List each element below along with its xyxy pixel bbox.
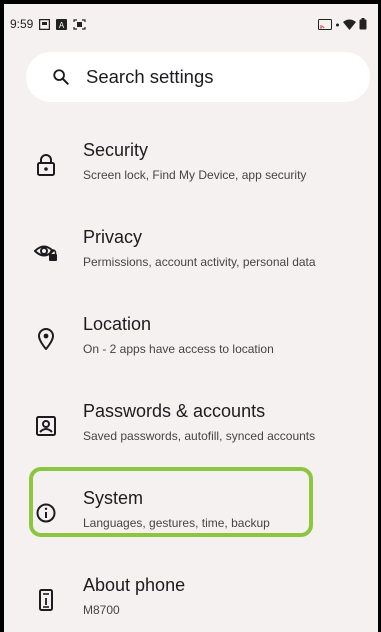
item-title: Location: [83, 314, 152, 334]
notification-a-icon: A: [56, 18, 68, 30]
highlight-box: [29, 467, 313, 537]
settings-item-security[interactable]: Security Screen lock, Find My Device, ap…: [24, 130, 314, 202]
location-pin-icon: [34, 327, 58, 351]
item-subtitle: Screen lock, Find My Device, app securit…: [83, 168, 307, 182]
battery-icon: [359, 18, 367, 30]
small-dot-icon: [335, 19, 340, 30]
settings-item-passwords-accounts[interactable]: Passwords & accounts Saved passwords, au…: [24, 391, 316, 463]
search-icon: [52, 68, 70, 86]
notification-app-icon: [39, 18, 51, 30]
screenshot-icon: [73, 18, 86, 30]
item-subtitle: On - 2 apps have access to location: [83, 342, 274, 356]
item-subtitle: Permissions, account activity, personal …: [83, 255, 316, 269]
search-placeholder: Search settings: [86, 66, 214, 87]
lock-icon: [34, 153, 58, 177]
settings-screen: 9:59 A Search settings Security Screen l…: [4, 4, 378, 632]
settings-item-about-phone[interactable]: About phone M8700: [24, 565, 314, 632]
item-title: Privacy: [83, 227, 143, 247]
item-title: Passwords & accounts: [83, 401, 266, 421]
status-bar: 9:59 A: [4, 4, 378, 44]
settings-item-privacy[interactable]: Privacy Permissions, account activity, p…: [24, 217, 316, 289]
item-title: Security: [83, 140, 149, 160]
status-time: 9:59: [10, 17, 34, 31]
account-box-icon: [34, 414, 58, 438]
phone-icon: [34, 588, 58, 612]
cast-icon: [318, 18, 332, 30]
privacy-eye-lock-icon: [34, 240, 58, 264]
svg-text:A: A: [59, 21, 65, 30]
search-settings-bar[interactable]: Search settings: [26, 52, 370, 102]
item-subtitle: Saved passwords, autofill, synced accoun…: [83, 429, 316, 443]
item-title: About phone: [83, 575, 186, 595]
wifi-icon: [343, 19, 356, 30]
item-subtitle: M8700: [83, 603, 120, 617]
settings-item-location[interactable]: Location On - 2 apps have access to loca…: [24, 304, 314, 376]
